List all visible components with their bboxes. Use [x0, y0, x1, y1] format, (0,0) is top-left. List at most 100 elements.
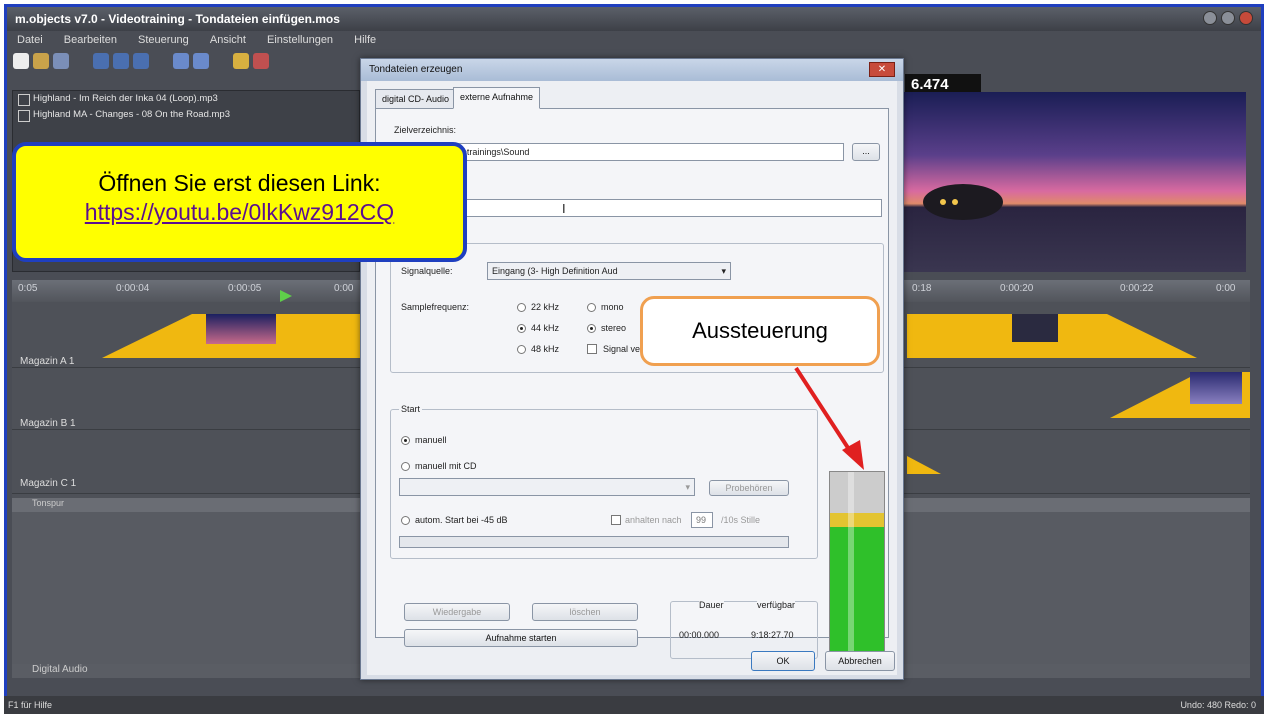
ruler-tick: 0:00:22	[1120, 283, 1154, 294]
level-meter-peak	[830, 513, 884, 527]
browse-button[interactable]: ...	[852, 143, 880, 161]
ruler-tick: 0:00:04	[116, 283, 150, 294]
ruler-tick: 0:00:05	[228, 283, 262, 294]
clip-thumbnail[interactable]	[1012, 314, 1058, 342]
ok-button[interactable]: OK	[751, 651, 815, 671]
link-callout: Öffnen Sie erst diesen Link: https://you…	[12, 142, 467, 262]
preview-image	[903, 92, 1246, 272]
status-help: F1 für Hilfe	[8, 700, 53, 710]
radio-mono[interactable]	[587, 303, 596, 312]
clip-thumbnail[interactable]	[206, 314, 276, 344]
anhalten-label: anhalten nach	[625, 515, 682, 525]
meter-callout: Aussteuerung	[640, 296, 880, 366]
anhalten-field[interactable]: 99	[691, 512, 713, 528]
undo-icon[interactable]	[173, 53, 189, 69]
list-item[interactable]: Highland MA - Changes - 08 On the Road.m…	[13, 107, 359, 123]
signalquelle-label: Signalquelle:	[401, 266, 453, 276]
menu-bearbeiten[interactable]: Bearbeiten	[64, 34, 117, 46]
arrow-icon	[794, 366, 864, 470]
cd-select[interactable]: ▾	[399, 478, 695, 496]
level-meter	[829, 471, 885, 669]
dauer-value: 00:00.000	[679, 630, 720, 640]
anhalten-checkbox[interactable]	[611, 515, 621, 525]
chevron-down-icon: ▾	[685, 482, 690, 492]
title-bar: m.objects v7.0 - Videotraining - Tondate…	[7, 7, 1261, 31]
close-button[interactable]	[1239, 11, 1253, 25]
probehoeren-button[interactable]: Probehören	[709, 480, 789, 496]
radio-label: 22 kHz	[531, 302, 560, 312]
playhead-icon[interactable]	[278, 290, 292, 302]
radio-22khz[interactable]	[517, 303, 526, 312]
list-item[interactable]: Highland - Im Reich der Inka 04 (Loop).m…	[13, 91, 359, 107]
radio-label: manuell mit CD	[415, 461, 477, 471]
loeschen-button[interactable]: löschen	[532, 603, 638, 621]
menu-hilfe[interactable]: Hilfe	[354, 34, 376, 46]
maximize-button[interactable]	[1221, 11, 1235, 25]
window-title: m.objects v7.0 - Videotraining - Tondate…	[15, 12, 340, 26]
radio-label: 44 kHz	[531, 323, 560, 333]
youtube-link[interactable]: https://youtu.be/0lkKwz912CQ	[16, 199, 463, 226]
start-group-label: Start	[399, 404, 423, 414]
level-meter-fill	[830, 527, 884, 668]
radio-label: stereo	[601, 323, 627, 333]
track-label: Magazin B 1	[20, 418, 76, 429]
sunset-photo-icon	[923, 184, 1003, 220]
signalquelle-select[interactable]: Eingang (3- High Definition Aud ▾	[487, 262, 731, 280]
start-group: Start manuell manuell mit CD ▾ Probehöre…	[390, 404, 818, 559]
link-callout-text: Öffnen Sie erst diesen Link:	[98, 170, 381, 196]
radio-label: 48 kHz	[531, 344, 560, 354]
abbrechen-button[interactable]: Abbrechen	[825, 651, 895, 671]
radio-label: autom. Start bei -45 dB	[415, 515, 508, 525]
ruler-tick: 0:18	[912, 283, 932, 294]
tool2-icon[interactable]	[253, 53, 269, 69]
dauer-label: Dauer	[699, 600, 724, 610]
tool1-icon[interactable]	[233, 53, 249, 69]
track-label: Magazin A 1	[20, 356, 75, 367]
menu-einstellungen[interactable]: Einstellungen	[267, 34, 333, 46]
menu-steuerung[interactable]: Steuerung	[138, 34, 189, 46]
radio-48khz[interactable]	[517, 345, 526, 354]
dialog-title: Tondateien erzeugen	[369, 64, 463, 75]
chevron-down-icon: ▾	[721, 266, 726, 276]
import2-icon[interactable]	[113, 53, 129, 69]
level-meter-channel-divider	[848, 472, 854, 668]
radio-44khz[interactable]	[517, 324, 526, 333]
menu-bar: Datei Bearbeiten Steuerung Ansicht Einst…	[7, 31, 1261, 49]
radio-stereo[interactable]	[587, 324, 596, 333]
signal-checkbox[interactable]	[587, 344, 597, 354]
radio-manuell[interactable]	[401, 436, 410, 445]
radio-label: mono	[601, 302, 624, 312]
redo-icon[interactable]	[193, 53, 209, 69]
clip-thumbnail[interactable]	[1190, 372, 1242, 404]
threshold-slider[interactable]	[399, 536, 789, 548]
ruler-tick: 0:00:20	[1000, 283, 1034, 294]
status-undo: Undo: 480 Redo: 0	[1180, 700, 1256, 710]
import3-icon[interactable]	[133, 53, 149, 69]
aufnahme-starten-button[interactable]: Aufnahme starten	[404, 629, 638, 647]
samplefrequenz-label: Samplefrequenz:	[401, 302, 470, 312]
filename-field[interactable]	[394, 199, 882, 217]
minimize-button[interactable]	[1203, 11, 1217, 25]
ruler-tick: 0:05	[18, 283, 38, 294]
radio-label: manuell	[415, 435, 447, 445]
new-icon[interactable]	[13, 53, 29, 69]
save-icon[interactable]	[53, 53, 69, 69]
radio-manuell-cd[interactable]	[401, 462, 410, 471]
wiedergabe-button[interactable]: Wiedergabe	[404, 603, 510, 621]
open-icon[interactable]	[33, 53, 49, 69]
track-label: Magazin C 1	[20, 478, 77, 489]
tab-externe-aufnahme[interactable]: externe Aufnahme	[453, 87, 541, 109]
menu-datei[interactable]: Datei	[17, 34, 43, 46]
import-icon[interactable]	[93, 53, 109, 69]
dialog-title-bar: Tondateien erzeugen ✕	[361, 59, 903, 81]
ruler-tick: 0:00	[1216, 283, 1236, 294]
zielverzeichnis-label: Zielverzeichnis:	[394, 125, 457, 135]
tab-cd-audio[interactable]: digital CD- Audio	[375, 89, 457, 109]
signalquelle-value: Eingang (3- High Definition Aud	[492, 266, 618, 276]
dialog-close-button[interactable]: ✕	[869, 62, 895, 77]
stille-label: /10s Stille	[721, 515, 761, 525]
ruler-tick: 0:00	[334, 283, 354, 294]
radio-autom-start[interactable]	[401, 516, 410, 525]
menu-ansicht[interactable]: Ansicht	[210, 34, 246, 46]
status-bar: F1 für Hilfe Undo: 480 Redo: 0	[4, 696, 1264, 714]
